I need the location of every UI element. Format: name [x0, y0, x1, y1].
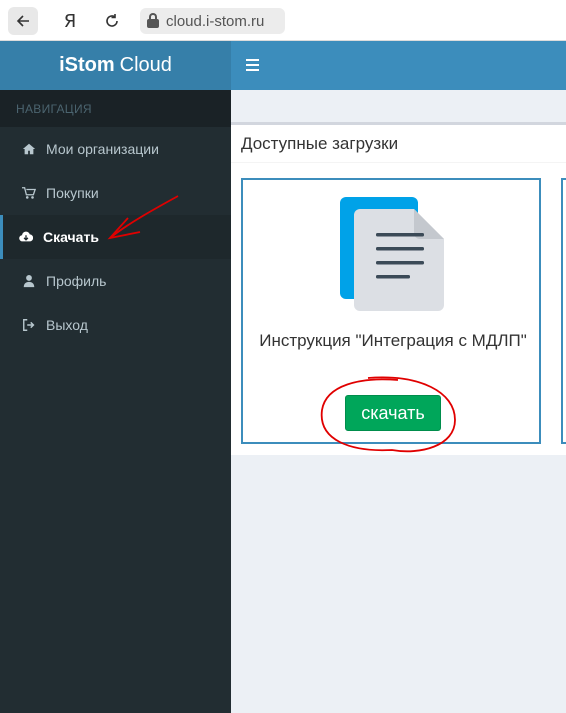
sidebar-item-label: Выход	[46, 317, 88, 333]
download-card-partial	[561, 178, 566, 444]
menu-toggle-icon[interactable]	[246, 59, 259, 71]
sign-out-icon	[22, 318, 36, 332]
downloads-box: Доступные загрузки Инструкция "Интеграци…	[231, 122, 566, 455]
cart-icon	[22, 186, 36, 200]
browser-toolbar: Я cloud.i-stom.ru	[0, 0, 566, 41]
card-title: Инструкция "Интеграция с МДЛП"	[259, 331, 527, 350]
sidebar: iStom Cloud НАВИГАЦИЯ Мои организации По…	[0, 41, 231, 713]
cloud-download-icon	[19, 230, 33, 244]
top-navbar	[231, 41, 566, 90]
back-button[interactable]	[8, 7, 38, 35]
reload-button[interactable]	[100, 7, 124, 35]
user-icon	[22, 274, 36, 288]
download-card: Инструкция "Интеграция с МДЛП" скачать	[241, 178, 541, 444]
logo-rest: Cloud	[119, 54, 172, 76]
lock-icon	[146, 13, 160, 29]
arrow-left-icon	[16, 15, 29, 27]
sidebar-item-label: Скачать	[43, 229, 99, 245]
yandex-button[interactable]: Я	[58, 7, 82, 35]
logo-bold: iStom	[59, 54, 115, 76]
logo[interactable]: iStom Cloud	[0, 41, 231, 90]
sidebar-item-label: Покупки	[46, 185, 99, 201]
nav-header: НАВИГАЦИЯ	[0, 90, 231, 127]
home-icon	[22, 142, 36, 156]
sidebar-item-purchases[interactable]: Покупки	[0, 171, 231, 215]
reload-icon	[106, 14, 118, 27]
url-text: cloud.i-stom.ru	[166, 12, 265, 30]
sidebar-item-profile[interactable]: Профиль	[0, 259, 231, 303]
sidebar-item-download[interactable]: Скачать	[0, 215, 231, 259]
box-title: Доступные загрузки	[231, 125, 566, 163]
sidebar-item-logout[interactable]: Выход	[0, 303, 231, 347]
download-button[interactable]: скачать	[345, 395, 441, 431]
address-bar[interactable]: cloud.i-stom.ru	[140, 8, 285, 34]
sidebar-item-organizations[interactable]: Мои организации	[0, 127, 231, 171]
sidebar-item-label: Мои организации	[46, 141, 159, 157]
sidebar-item-label: Профиль	[46, 273, 107, 289]
document-icon	[340, 197, 444, 311]
